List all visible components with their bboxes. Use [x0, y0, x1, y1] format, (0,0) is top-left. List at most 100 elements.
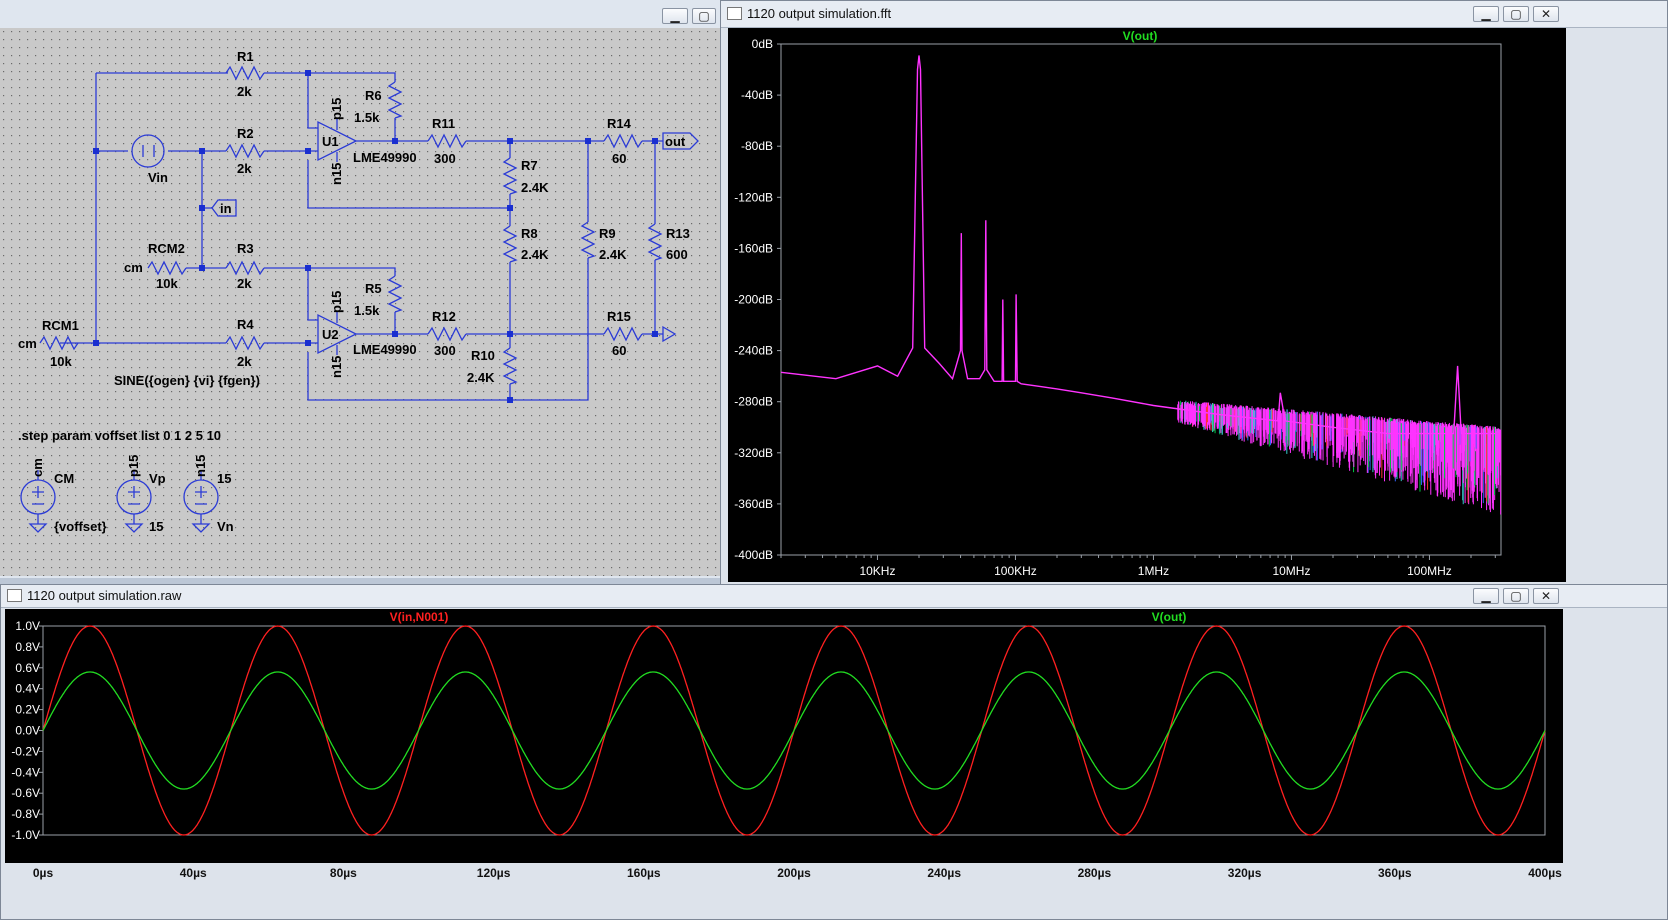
raw-x-tick-label: 240µs	[927, 866, 961, 880]
raw-trace2-label[interactable]: V(out)	[1152, 610, 1187, 624]
r14-value: 60	[612, 151, 626, 166]
r15-label: R15	[607, 309, 631, 324]
r11-label: R11	[432, 116, 455, 131]
fft-y-tick-label: -40dB	[741, 88, 773, 102]
fft-y-tick-label: -280dB	[734, 395, 773, 409]
raw-x-tick-label: 320µs	[1227, 866, 1262, 880]
r15-value: 60	[612, 343, 626, 358]
r3-label: R3	[237, 241, 254, 256]
raw-maximize-button[interactable]: ▢	[1503, 588, 1529, 604]
raw-close-button[interactable]: ✕	[1533, 588, 1559, 604]
r13-label: R13	[666, 226, 690, 241]
src-cm-value: {voffset}	[54, 519, 107, 534]
u2-n15: n15	[329, 356, 344, 378]
r4-label: R4	[237, 317, 254, 332]
fft-y-tick-label: -80dB	[741, 139, 773, 153]
src-vn-name: Vn	[217, 519, 234, 534]
raw-x-tick-label: 160µs	[626, 866, 661, 880]
schematic-minimize-button[interactable]: ▁	[662, 8, 688, 24]
raw-plot[interactable]: V(in,N001) V(out) 1.0V 0.8V 0.6V 0.4V 0.2V 0.…	[5, 609, 1563, 863]
src-vn-value: 15	[217, 471, 231, 486]
r8-label: R8	[521, 226, 538, 241]
fft-maximize-button[interactable]: ▢	[1503, 6, 1529, 22]
u2-p15: p15	[329, 291, 344, 313]
raw-y-tick-label: 1.0V	[15, 619, 40, 633]
raw-x-tick-label: 120µs	[476, 866, 511, 880]
net-out-label: out	[665, 134, 686, 149]
fft-close-button[interactable]: ✕	[1533, 6, 1559, 22]
r9-value: 2.4K	[599, 247, 627, 262]
src-cm-name: CM	[54, 471, 74, 486]
r7-value: 2.4K	[521, 180, 549, 195]
rcm1-label: RCM1	[42, 318, 79, 333]
src-vn-net: n15	[193, 455, 208, 477]
fft-titlebar[interactable]: 1120 output simulation.fft ▁ ▢ ✕	[721, 1, 1667, 28]
r3-value: 2k	[237, 276, 252, 291]
r6-value: 1.5k	[354, 110, 380, 125]
src-cm-net: cm	[30, 458, 45, 477]
raw-window: 1120 output simulation.raw ▁ ▢ ✕ V(in,N0…	[0, 584, 1668, 920]
schematic-maximize-button[interactable]: ▢	[692, 8, 716, 24]
fft-x-tick-label: 100KHz	[994, 564, 1037, 578]
raw-minimize-button[interactable]: ▁	[1473, 588, 1499, 604]
raw-y-tick-label: -1.0V	[11, 828, 40, 842]
src-vp-name: Vp	[149, 471, 166, 486]
fft-x-tick-label: 100MHz	[1407, 564, 1452, 578]
net-in-label: in	[220, 201, 232, 216]
r10-label: R10	[471, 348, 495, 363]
cm-net-1: cm	[124, 260, 143, 275]
r12-value: 300	[434, 343, 456, 358]
u1-part: LME49990	[353, 150, 417, 165]
step-directive: .step param voffset list 0 1 2 5 10	[18, 428, 221, 443]
rcm2-value: 10k	[156, 276, 178, 291]
r10-value: 2.4K	[467, 370, 495, 385]
fft-window: 1120 output simulation.fft ▁ ▢ ✕ V(out) …	[720, 0, 1668, 588]
fft-x-tick-label: 1MHz	[1138, 564, 1169, 578]
raw-trace1-label[interactable]: V(in,N001)	[390, 610, 449, 624]
fft-trace-label[interactable]: V(out)	[1123, 29, 1158, 43]
vin-label: Vin	[148, 170, 168, 185]
raw-y-tick-label: 0.4V	[15, 682, 40, 696]
fft-y-tick-label: -160dB	[734, 241, 773, 255]
fft-minimize-button[interactable]: ▁	[1473, 6, 1499, 22]
raw-titlebar[interactable]: 1120 output simulation.raw ▁ ▢ ✕	[1, 585, 1667, 608]
r1-value: 2k	[237, 84, 252, 99]
fft-y-tick-label: -400dB	[734, 548, 773, 562]
fft-y-tick-label: -360dB	[734, 497, 773, 511]
schematic-canvas[interactable]: R1 2k R2 2k R3 2k R4 2k R6 1.5k R5 1.5k …	[0, 28, 720, 576]
raw-x-tick-label: 360µs	[1377, 866, 1412, 880]
raw-y-tick-label: -0.6V	[11, 786, 40, 800]
r12-label: R12	[432, 309, 456, 324]
fft-x-tick-label: 10KHz	[859, 564, 895, 578]
fft-plot[interactable]: V(out) 0dB -40dB -80dB -120dB -160dB -200dB -2…	[728, 28, 1566, 582]
r13-value: 600	[666, 247, 688, 262]
raw-x-tick-label: 280µs	[1077, 866, 1112, 880]
raw-y-tick-label: 0.8V	[15, 640, 40, 654]
src-vp-value: 15	[149, 519, 163, 534]
cm-net-2: cm	[18, 336, 37, 351]
r5-label: R5	[365, 281, 382, 296]
u1-label: U1	[322, 134, 339, 149]
src-vp-net: p15	[126, 455, 141, 477]
raw-y-tick-label: -0.4V	[11, 765, 40, 779]
r5-value: 1.5k	[354, 303, 380, 318]
raw-x-axis: 0µs 40µs 80µs 120µs 160µs 200µs 240µs 280µs 320µ…	[5, 863, 1563, 887]
sine-spec: SINE({ogen} {vi} {fgen})	[114, 373, 260, 388]
r1-label: R1	[237, 49, 254, 64]
r14-label: R14	[607, 116, 632, 131]
rcm2-label: RCM2	[148, 241, 185, 256]
fft-y-tick-label: -120dB	[734, 190, 773, 204]
raw-x-tick-label: 80µs	[329, 866, 357, 880]
fft-window-title: 1120 output simulation.fft	[747, 6, 892, 21]
fft-y-tick-label: -200dB	[734, 293, 773, 307]
r6-label: R6	[365, 88, 382, 103]
fft-x-tick-label: 10MHz	[1272, 564, 1310, 578]
rcm1-value: 10k	[50, 354, 72, 369]
r11-value: 300	[434, 151, 456, 166]
fft-y-tick-label: -240dB	[734, 344, 773, 358]
raw-x-tick-label: 400µs	[1528, 866, 1562, 880]
u1-p15: p15	[329, 98, 344, 120]
fft-y-tick-label: -320dB	[734, 446, 773, 460]
raw-x-tick-label: 200µs	[777, 866, 811, 880]
raw-window-title: 1120 output simulation.raw	[27, 588, 182, 603]
